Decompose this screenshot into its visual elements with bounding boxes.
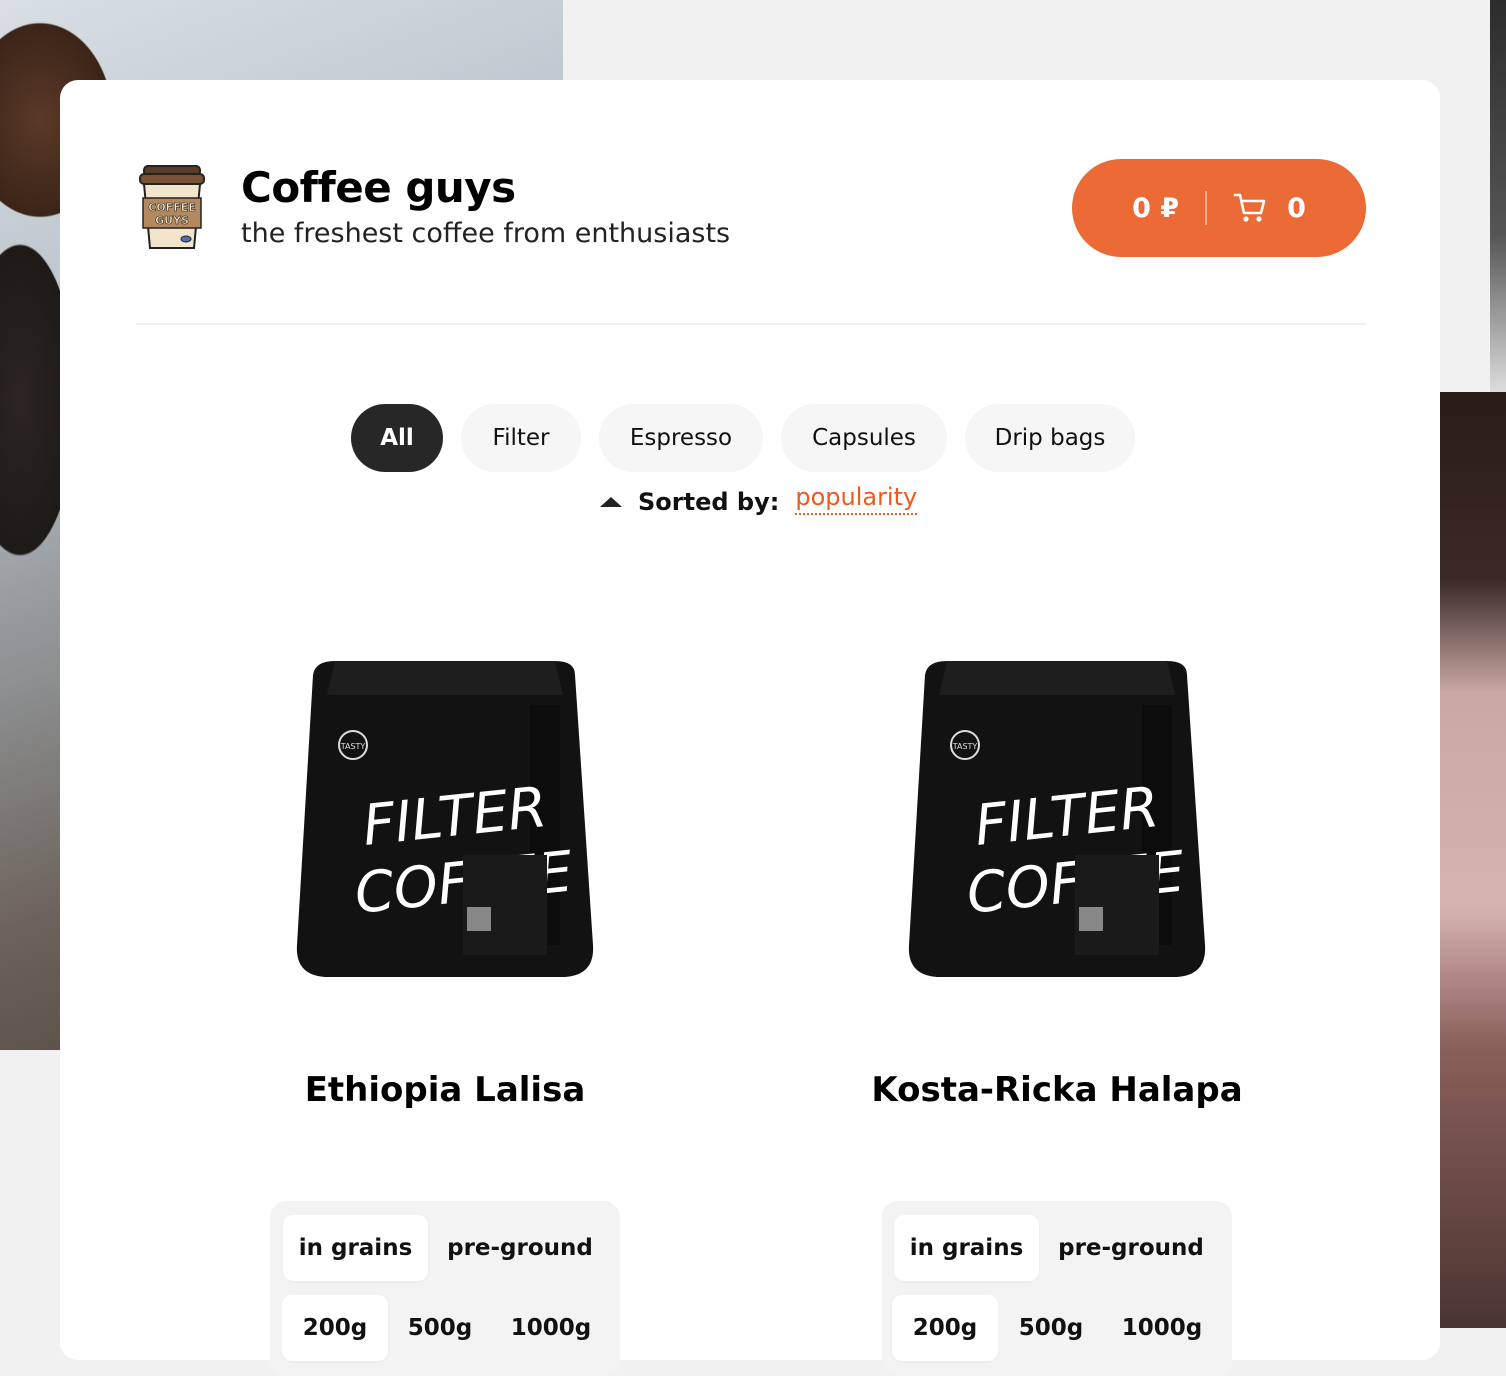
option-in-grains[interactable]: in grains: [894, 1215, 1039, 1281]
cart-divider: [1205, 191, 1208, 225]
svg-text:TASTY: TASTY: [952, 742, 978, 751]
coffee-bag-image[interactable]: TASTY FILTER COFFEE: [907, 645, 1207, 985]
coffee-cup-logo[interactable]: COFFEE GUYS: [136, 164, 208, 254]
header-divider: [136, 323, 1366, 325]
cart-total-price: 0 ₽: [1132, 192, 1180, 224]
category-tabs: All Filter Espresso Capsules Drip bags: [351, 404, 1135, 472]
sort-control: Sorted by: popularity: [600, 483, 918, 518]
product-options: in grains pre-ground 200g 500g 1000g: [270, 1201, 620, 1376]
product-card: TASTY FILTER COFFEE Ethiopia Lalisa in g…: [225, 645, 665, 1376]
cart-icon: [1233, 193, 1266, 222]
cart-item-count: 0: [1287, 192, 1306, 224]
tab-filter[interactable]: Filter: [461, 404, 581, 472]
tab-all[interactable]: All: [351, 404, 443, 472]
option-1000g[interactable]: 1000g: [498, 1295, 604, 1361]
option-500g[interactable]: 500g: [1003, 1295, 1099, 1361]
background-photo-right-top: [1490, 0, 1506, 392]
option-pre-ground[interactable]: pre-ground: [1051, 1215, 1211, 1281]
coffee-bag-image[interactable]: TASTY FILTER COFFEE: [295, 645, 595, 985]
svg-text:TASTY: TASTY: [340, 742, 366, 751]
product-options: in grains pre-ground 200g 500g 1000g: [882, 1201, 1232, 1376]
option-500g[interactable]: 500g: [392, 1295, 488, 1361]
sort-label: Sorted by:: [638, 488, 780, 516]
sort-value-link[interactable]: popularity: [795, 483, 918, 515]
logo-text-1: COFFEE: [148, 201, 195, 214]
sort-direction-icon[interactable]: [600, 497, 622, 507]
tab-drip-bags[interactable]: Drip bags: [965, 404, 1135, 472]
tab-espresso[interactable]: Espresso: [599, 404, 763, 472]
option-200g[interactable]: 200g: [282, 1295, 388, 1361]
option-200g[interactable]: 200g: [892, 1295, 998, 1361]
option-1000g[interactable]: 1000g: [1109, 1295, 1215, 1361]
product-name[interactable]: Kosta-Ricka Halapa: [837, 1070, 1277, 1110]
product-card: TASTY FILTER COFFEE Kosta-Ricka Halapa i…: [837, 645, 1277, 1376]
brand-title: Coffee guys: [241, 163, 516, 212]
logo-text-2: GUYS: [155, 214, 189, 227]
cart-button[interactable]: 0 ₽ 0: [1072, 159, 1366, 257]
product-name[interactable]: Ethiopia Lalisa: [225, 1070, 665, 1110]
brand-subtitle: the freshest coffee from enthusiasts: [241, 218, 731, 249]
option-in-grains[interactable]: in grains: [283, 1215, 428, 1281]
option-pre-ground[interactable]: pre-ground: [440, 1215, 600, 1281]
tab-capsules[interactable]: Capsules: [781, 404, 947, 472]
background-photo-right: [1440, 392, 1506, 1328]
